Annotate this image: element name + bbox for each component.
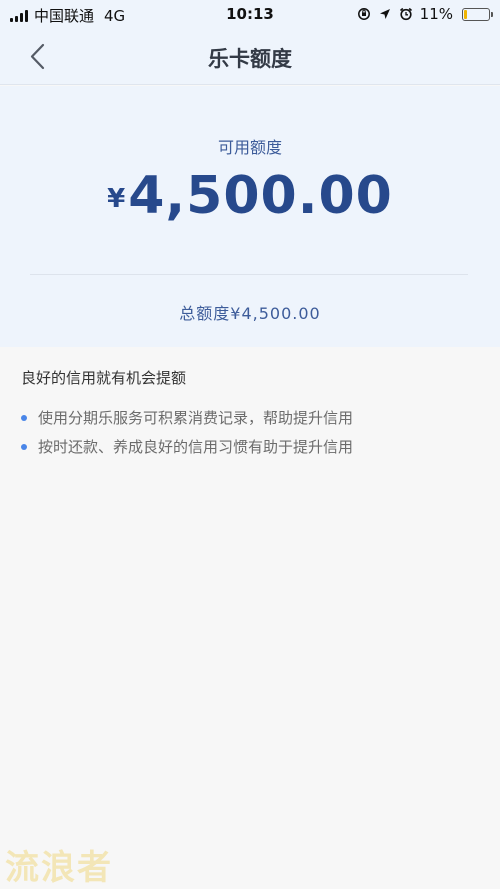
divider: [30, 274, 468, 275]
tip-item: 按时还款、养成良好的信用习惯有助于提升信用: [21, 436, 353, 457]
tips-title: 良好的信用就有机会提额: [21, 369, 187, 387]
tip-text: 使用分期乐服务可积累消费记录，帮助提升信用: [38, 409, 354, 427]
alarm-icon: [399, 7, 412, 21]
battery-fill: [464, 9, 467, 19]
nav-bar: 乐卡额度: [0, 30, 500, 85]
location-arrow-icon: [379, 9, 390, 19]
orientation-lock-icon: [357, 8, 370, 20]
currency-symbol: ¥: [107, 184, 126, 214]
tip-text: 按时还款、养成良好的信用习惯有助于提升信用: [38, 438, 354, 456]
available-limit-label: 可用额度: [217, 138, 282, 157]
status-bar: 中国联通 4G 10:13 11%: [0, 0, 500, 30]
limit-card: 可用额度 ¥4,500.00 总额度¥4,500.00: [0, 86, 500, 347]
page-title: 乐卡额度: [208, 47, 292, 71]
total-limit: 总额度¥4,500.00: [179, 304, 321, 323]
bullet-icon: [21, 443, 27, 450]
available-limit-amount: ¥4,500.00: [0, 166, 500, 226]
battery-icon: [462, 7, 493, 21]
page: 中国联通 4G 10:13 11% 乐卡额度 可用额度 ¥4,500.00 总额…: [0, 0, 500, 889]
status-right: 11%: [357, 5, 493, 23]
battery-percent: 11%: [419, 5, 453, 23]
tip-item: 使用分期乐服务可积累消费记录，帮助提升信用: [21, 407, 353, 428]
available-amount-value: 4,500.00: [128, 166, 393, 226]
bullet-icon: [21, 414, 27, 421]
watermark: 流浪者: [5, 848, 113, 888]
